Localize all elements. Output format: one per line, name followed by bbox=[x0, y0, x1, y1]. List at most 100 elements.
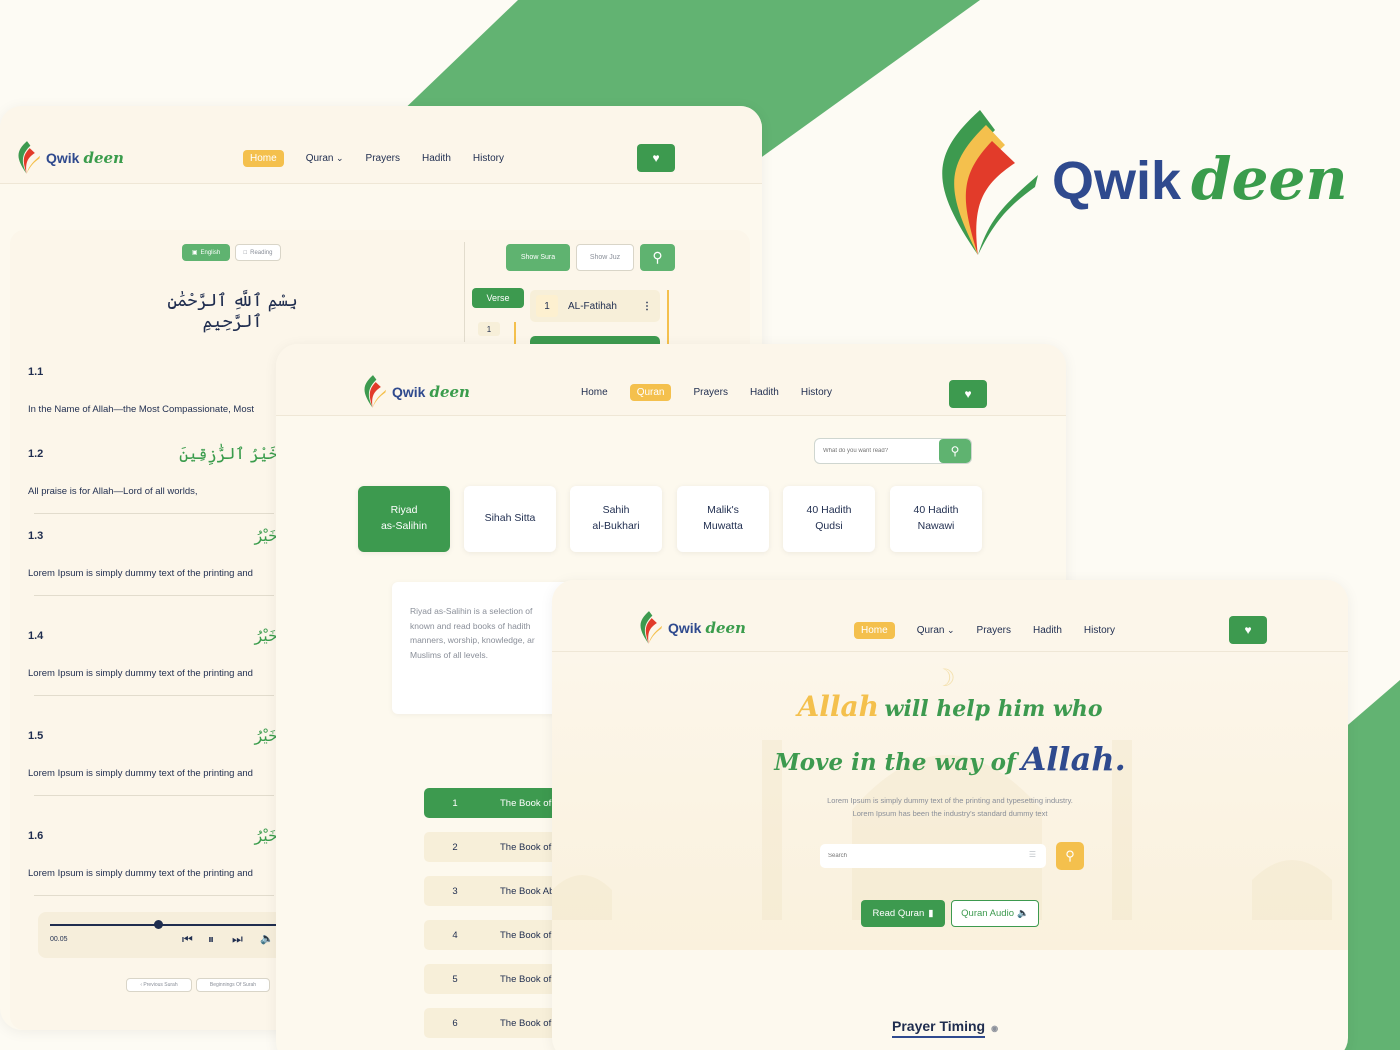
audio-progress-handle[interactable] bbox=[154, 920, 163, 929]
hadith-book-row[interactable]: 2 The Book of bbox=[424, 832, 564, 862]
collection-name-line2: Muwatta bbox=[703, 520, 743, 532]
previous-track-icon[interactable]: ⏮ bbox=[182, 932, 193, 947]
search-icon: ⚲ bbox=[652, 249, 663, 265]
top-navbar: Qwik deen Home Quran Prayers Hadith Hist… bbox=[276, 344, 1066, 416]
verse-number: 1.1 bbox=[28, 366, 44, 378]
hero-subtext-2: Lorem Ipsum has been the industry's stan… bbox=[852, 809, 1048, 818]
favorites-button[interactable]: ♥ bbox=[949, 380, 987, 408]
home-search-input[interactable] bbox=[820, 844, 1010, 868]
book-number: 2 bbox=[452, 841, 458, 853]
hadith-collection-card[interactable]: 40 Hadith Nawawi bbox=[890, 486, 982, 552]
verse-tab[interactable]: Verse bbox=[472, 288, 524, 308]
verse-item[interactable]: 1.6 خَيْرُ Lorem Ipsum is simply dummy tex… bbox=[28, 826, 278, 896]
nav-prayers[interactable]: Prayers bbox=[693, 387, 727, 398]
hadith-search-input[interactable] bbox=[815, 439, 935, 463]
collection-name-line1: 40 Hadith bbox=[806, 504, 852, 517]
nav-history[interactable]: History bbox=[1084, 625, 1115, 636]
nav-prayers[interactable]: Prayers bbox=[366, 153, 400, 164]
nav-quran[interactable]: Quran bbox=[306, 153, 344, 164]
read-quran-button[interactable]: Read Quran ▮ bbox=[861, 900, 945, 927]
nav-hadith[interactable]: Hadith bbox=[422, 153, 451, 164]
audio-time: 00.05 bbox=[50, 936, 68, 943]
top-navbar: Qwik deen Home Quran Prayers Hadith Hist… bbox=[552, 580, 1348, 652]
hadith-book-row[interactable]: 4 The Book of bbox=[424, 920, 564, 950]
nav-home[interactable]: Home bbox=[854, 622, 895, 639]
hadith-book-row[interactable]: 1 The Book of bbox=[424, 788, 564, 818]
heart-icon: ♥ bbox=[1244, 623, 1252, 637]
verse-number: 1.3 bbox=[28, 530, 44, 542]
sura-list-item[interactable]: 1 AL-Fatihah ⋮ bbox=[530, 290, 660, 322]
verse-item[interactable]: 1.4 خَيْرُ Lorem Ipsum is simply dummy tex… bbox=[28, 626, 278, 696]
crescent-moon-icon: ☽ bbox=[934, 665, 956, 692]
hadith-book-row[interactable]: 3 The Book Ab bbox=[424, 876, 564, 906]
verse-list-item[interactable]: 1 bbox=[478, 322, 500, 336]
verse-number: 1.6 bbox=[28, 830, 44, 842]
brand-logo[interactable]: Qwik deen bbox=[634, 610, 746, 646]
heart-icon: ♥ bbox=[652, 151, 660, 165]
favorites-button[interactable]: ♥ bbox=[637, 144, 675, 172]
beginning-surah-button[interactable]: Beginnings Of Surah bbox=[196, 978, 270, 992]
pause-icon[interactable]: ⏸ bbox=[208, 932, 214, 947]
search-icon: ⚲ bbox=[950, 444, 960, 458]
nav-quran[interactable]: Quran bbox=[917, 625, 955, 636]
hadith-collection-card[interactable]: Malik's Muwatta bbox=[677, 486, 769, 552]
show-juz-button[interactable]: Show Juz bbox=[576, 244, 634, 271]
microphone-icon[interactable]: ☰ bbox=[1029, 850, 1036, 859]
hadith-collection-card[interactable]: Sihah Sitta bbox=[464, 486, 556, 552]
top-navbar: Qwik deen Home Quran Prayers Hadith Hist… bbox=[0, 106, 762, 184]
bg-stripe-right bbox=[1340, 680, 1400, 1050]
home-search: ☰ bbox=[820, 844, 1046, 868]
verse-divider bbox=[34, 695, 274, 696]
quran-audio-button[interactable]: Quran Audio 🔈 bbox=[951, 900, 1039, 927]
hadith-book-row[interactable]: 5 The Book of bbox=[424, 964, 564, 994]
hadith-book-row[interactable]: 6 The Book of bbox=[424, 1008, 564, 1038]
language-select-button[interactable]: ▣ English bbox=[182, 244, 230, 261]
description-line: known and read books of hadith bbox=[410, 620, 531, 631]
volume-icon[interactable]: 🔈 bbox=[260, 932, 274, 945]
collection-name-line1: 40 Hadith bbox=[913, 504, 959, 517]
brand-name-deen: deen bbox=[83, 149, 124, 167]
search-button[interactable]: ⚲ bbox=[640, 244, 675, 271]
language-icon: ▣ bbox=[191, 250, 198, 256]
brand-mark-icon bbox=[364, 375, 387, 408]
brand-name-qwik: Qwik bbox=[1052, 151, 1182, 211]
next-track-icon[interactable]: ⏭ bbox=[232, 932, 243, 947]
home-card: Qwik deen Home Quran Prayers Hadith Hist… bbox=[552, 580, 1348, 1050]
brand-name-deen: deen bbox=[429, 383, 470, 401]
verse-item[interactable]: 1.3 خَيْرُ Lorem Ipsum is simply dummy tex… bbox=[28, 526, 278, 596]
sura-list-scrollbar[interactable] bbox=[667, 290, 669, 350]
nav-quran[interactable]: Quran bbox=[629, 384, 672, 401]
reading-mode-button[interactable]: □ Reading bbox=[235, 244, 281, 261]
nav-history[interactable]: History bbox=[473, 153, 504, 164]
show-sura-button[interactable]: Show Sura bbox=[506, 244, 570, 271]
favorites-button[interactable]: ♥ bbox=[1229, 616, 1267, 644]
brand-logo[interactable]: Qwik deen bbox=[358, 374, 470, 410]
nav-prayers[interactable]: Prayers bbox=[977, 625, 1011, 636]
more-options-icon[interactable]: ⋮ bbox=[642, 301, 652, 312]
hadith-collection-card[interactable]: Sahih al-Bukhari bbox=[570, 486, 662, 552]
nav-home[interactable]: Home bbox=[243, 150, 284, 167]
nav-hadith[interactable]: Hadith bbox=[1033, 625, 1062, 636]
home-search-button[interactable]: ⚲ bbox=[1056, 842, 1084, 870]
verse-translation: In the Name of Allah—the Most Compassion… bbox=[28, 404, 254, 415]
brand-logo[interactable]: Qwik deen bbox=[12, 140, 124, 176]
nav-home[interactable]: Home bbox=[581, 387, 608, 398]
verse-number: 1.5 bbox=[28, 730, 44, 742]
verse-translation: Lorem Ipsum is simply dummy text of the … bbox=[28, 768, 253, 779]
sura-number: 1 bbox=[536, 295, 558, 317]
audio-progress-track[interactable] bbox=[50, 924, 290, 926]
hadith-collection-card[interactable]: Riyad as-Salihin bbox=[358, 486, 450, 552]
nav-history[interactable]: History bbox=[801, 387, 832, 398]
nav-hadith[interactable]: Hadith bbox=[750, 387, 779, 398]
verse-item[interactable]: 1.2 خَيْرُ ٱلرَّٰزِقِينَ All praise is for… bbox=[28, 444, 278, 514]
verse-item[interactable]: 1.5 خَيْرُ Lorem Ipsum is simply dummy tex… bbox=[28, 726, 278, 796]
reader-vertical-divider bbox=[464, 242, 465, 342]
hadith-collection-card[interactable]: 40 Hadith Qudsi bbox=[783, 486, 875, 552]
verse-item[interactable]: 1.1 In the Name of Allah—the Most Compass… bbox=[28, 366, 278, 415]
previous-surah-button[interactable]: ‹ Previous Surah bbox=[126, 978, 192, 992]
hadith-search-button[interactable]: ⚲ bbox=[939, 439, 971, 463]
collection-name-line2: Nawawi bbox=[917, 520, 955, 532]
search-icon: ⚲ bbox=[1065, 848, 1075, 863]
brand-name-qwik: Qwik bbox=[46, 150, 80, 166]
brand-mark-icon bbox=[640, 611, 663, 644]
